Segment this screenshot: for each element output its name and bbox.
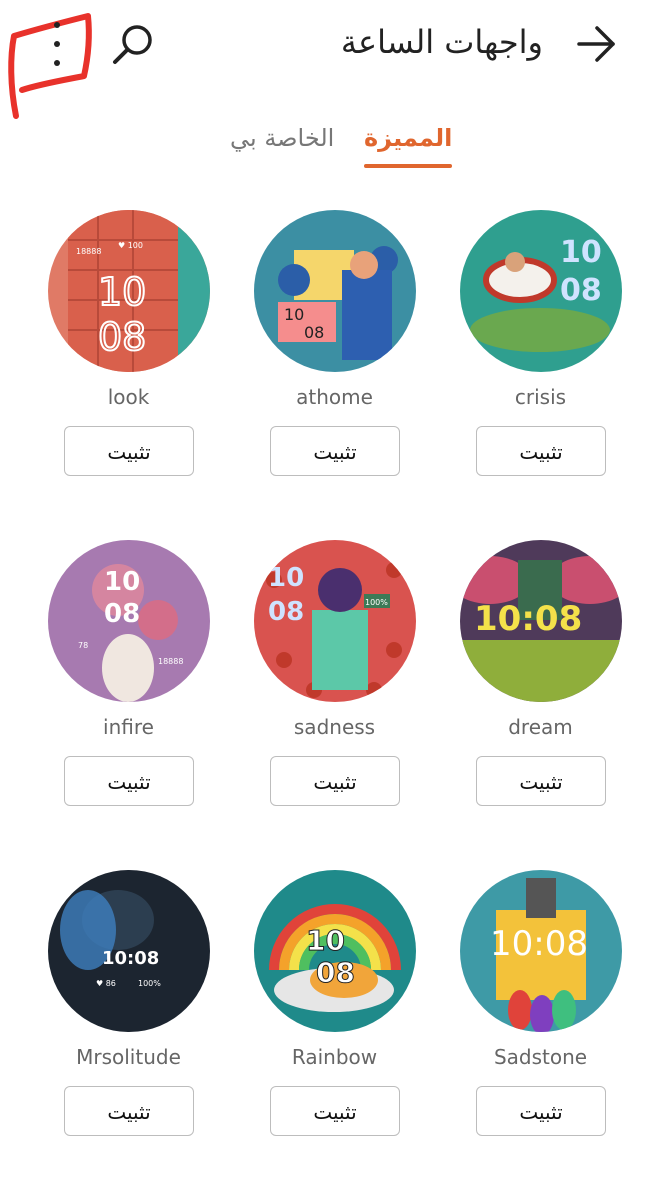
svg-text:♥ 86: ♥ 86	[96, 979, 116, 988]
watch-face-preview[interactable]: 10:08	[460, 870, 622, 1032]
install-button[interactable]: تثبيت	[476, 1086, 606, 1136]
install-button[interactable]: تثبيت	[64, 426, 194, 476]
watch-face-preview[interactable]: 10 08	[254, 870, 416, 1032]
more-vertical-icon[interactable]	[40, 22, 74, 66]
tab-featured[interactable]: المميزة	[364, 120, 453, 168]
watch-face-preview[interactable]: 10 08 18888 ♥ 100	[48, 210, 210, 372]
watch-face-name: dream	[508, 715, 573, 739]
install-button[interactable]: تثبيت	[270, 426, 400, 476]
top-bar: واجهات الساعة	[0, 0, 663, 119]
watch-face-preview[interactable]: 10 08	[460, 210, 622, 372]
watch-face-preview[interactable]: 10 08	[254, 210, 416, 372]
watch-face-name: look	[107, 385, 150, 409]
watch-face-name: Sadstone	[493, 1045, 588, 1069]
svg-text:10: 10	[306, 924, 345, 957]
watch-face-card-look[interactable]: 10 08 18888 ♥ 100 look تثبيت	[24, 210, 233, 500]
install-button[interactable]: تثبيت	[64, 756, 194, 806]
watch-face-card-crisis[interactable]: 10 08 crisis تثبيت	[436, 210, 645, 500]
active-tab-indicator	[364, 164, 453, 168]
watch-face-preview[interactable]: 10:08	[460, 540, 622, 702]
page-title: واجهات الساعة	[340, 23, 543, 61]
svg-text:10: 10	[104, 567, 140, 597]
install-button[interactable]: تثبيت	[270, 756, 400, 806]
tab-bar: المميزة الخاصة بي	[0, 120, 663, 170]
svg-text:10: 10	[268, 563, 304, 593]
svg-text:100%: 100%	[138, 979, 161, 988]
watch-face-card-sadness[interactable]: 10 08 100% sadness تثبيت	[230, 540, 439, 830]
watch-face-name: sadness	[293, 715, 376, 739]
watch-face-name: Mrsolitude	[76, 1045, 181, 1069]
watch-face-name: Rainbow	[291, 1045, 378, 1069]
svg-text:10: 10	[560, 235, 602, 270]
svg-text:♥ 100: ♥ 100	[118, 241, 143, 250]
svg-text:78: 78	[78, 641, 88, 650]
tab-featured-label: المميزة	[364, 124, 453, 152]
svg-text:10:08: 10:08	[102, 948, 159, 969]
watch-face-preview[interactable]: 10:08 ♥ 86 100%	[48, 870, 210, 1032]
svg-text:10:08: 10:08	[490, 924, 588, 964]
svg-text:100%: 100%	[365, 598, 388, 607]
install-button[interactable]: تثبيت	[476, 426, 606, 476]
watch-face-name: crisis	[514, 385, 567, 409]
svg-text:08: 08	[316, 956, 355, 989]
search-icon[interactable]	[110, 20, 158, 68]
svg-text:18888: 18888	[158, 657, 183, 666]
watch-face-card-sadstone[interactable]: 10:08 Sadstone تثبيت	[436, 870, 645, 1160]
svg-text:08: 08	[304, 323, 324, 342]
watch-face-card-infire[interactable]: 10 08 78 18888 infire تثبيت	[24, 540, 233, 830]
install-button[interactable]: تثبيت	[476, 756, 606, 806]
install-button[interactable]: تثبيت	[270, 1086, 400, 1136]
svg-text:10: 10	[98, 270, 146, 314]
svg-text:08: 08	[98, 315, 146, 359]
watch-face-card-rainbow[interactable]: 10 08 Rainbow تثبيت	[230, 870, 439, 1160]
watch-face-preview[interactable]: 10 08 78 18888	[48, 540, 210, 702]
watch-face-card-athome[interactable]: 10 08 athome تثبيت	[230, 210, 439, 500]
svg-text:08: 08	[268, 597, 304, 627]
svg-text:18888: 18888	[76, 247, 101, 256]
watch-face-card-dream[interactable]: 10:08 dream تثبيت	[436, 540, 645, 830]
watch-face-name: athome	[296, 385, 373, 409]
svg-text:08: 08	[104, 599, 140, 629]
install-button[interactable]: تثبيت	[64, 1086, 194, 1136]
tab-mine[interactable]: الخاصة بي	[230, 120, 334, 156]
arrow-right-icon[interactable]	[575, 22, 619, 66]
watch-face-card-mrsolitude[interactable]: 10:08 ♥ 86 100% Mrsolitude تثبيت	[24, 870, 233, 1160]
watch-face-name: infire	[103, 715, 154, 739]
tab-mine-label: الخاصة بي	[230, 124, 335, 152]
svg-text:10:08: 10:08	[474, 599, 582, 639]
svg-text:08: 08	[560, 273, 602, 308]
svg-text:10: 10	[284, 305, 304, 324]
watch-face-preview[interactable]: 10 08 100%	[254, 540, 416, 702]
